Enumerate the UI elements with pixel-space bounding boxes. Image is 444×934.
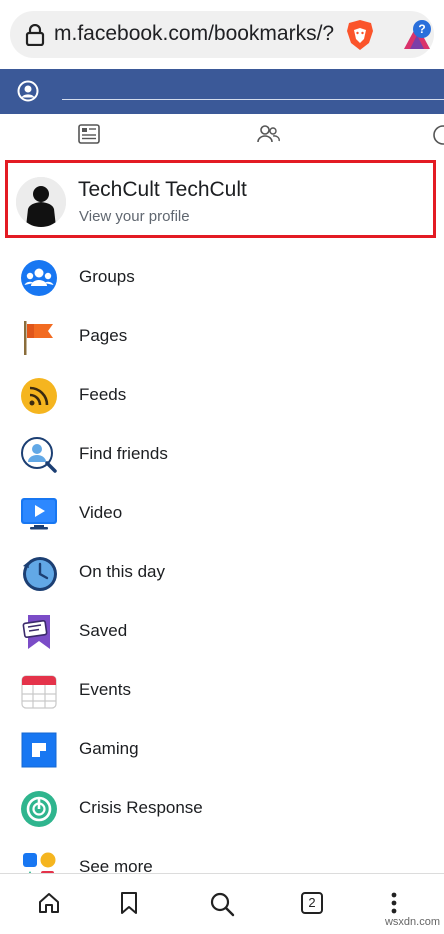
menu-item-feeds[interactable]: Feeds: [0, 365, 444, 424]
menu-label: Pages: [79, 326, 128, 345]
menu-label: Feeds: [79, 385, 127, 404]
menu-item-find-friends[interactable]: Find friends: [0, 424, 444, 483]
menu-item-events[interactable]: Events: [0, 660, 444, 719]
friends-icon[interactable]: [256, 124, 280, 149]
extension-help-icon[interactable]: ?: [400, 19, 434, 58]
menu-label: Groups: [79, 267, 135, 286]
pages-flag-icon: [20, 318, 58, 356]
avatar: [16, 177, 66, 227]
find-friends-icon: [20, 436, 58, 474]
groups-icon: [20, 259, 58, 297]
address-bar[interactable]: m.facebook.com/bookmarks/?p ?: [10, 11, 434, 58]
menu-label: Events: [79, 680, 131, 699]
tab-bar: [0, 114, 444, 158]
video-icon: [20, 495, 58, 533]
svg-text:?: ?: [418, 22, 425, 36]
on-this-day-icon: [20, 554, 58, 592]
menu-item-video[interactable]: Video: [0, 483, 444, 542]
menu-item-crisis-response[interactable]: Crisis Response: [0, 778, 444, 837]
menu-item-pages[interactable]: Pages: [0, 306, 444, 365]
menu-label: Saved: [79, 621, 128, 640]
saved-icon: [20, 613, 58, 651]
gaming-icon: [20, 731, 58, 769]
brave-shield-icon[interactable]: [345, 19, 375, 56]
menu-label: On this day: [79, 562, 165, 581]
bookmark-icon[interactable]: [119, 891, 139, 920]
watermark: wsxdn.com: [384, 916, 440, 928]
url-text[interactable]: m.facebook.com/bookmarks/?p: [54, 22, 334, 46]
home-icon[interactable]: [37, 891, 61, 920]
menu-label: Crisis Response: [79, 798, 203, 817]
search-icon[interactable]: [209, 891, 235, 922]
menu-item-saved[interactable]: Saved: [0, 601, 444, 660]
profile-circle-icon[interactable]: [17, 80, 39, 107]
browser-toolbar: m.facebook.com/bookmarks/?p ?: [0, 0, 444, 68]
menu-item-gaming[interactable]: Gaming: [0, 719, 444, 778]
menu-label: Find friends: [79, 444, 168, 463]
lock-icon: [25, 23, 45, 51]
crisis-response-icon: [20, 790, 58, 828]
news-feed-icon[interactable]: [78, 124, 100, 149]
browser-bottom-bar: 2: [0, 873, 444, 934]
view-profile-link[interactable]: View your profile: [79, 208, 190, 225]
profile-row[interactable]: TechCult TechCult View your profile: [5, 160, 436, 238]
search-underline[interactable]: [62, 99, 444, 100]
menu-item-groups[interactable]: Groups: [0, 247, 444, 306]
menu-item-on-this-day[interactable]: On this day: [0, 542, 444, 601]
profile-name: TechCult TechCult: [78, 178, 247, 201]
menu-label: Video: [79, 503, 123, 522]
facebook-header: [0, 69, 444, 114]
events-icon: [20, 672, 58, 710]
menu-label: Gaming: [79, 739, 139, 758]
tab-switcher-button[interactable]: 2: [301, 892, 323, 914]
activity-icon[interactable]: [432, 124, 444, 151]
feeds-icon: [20, 377, 58, 415]
